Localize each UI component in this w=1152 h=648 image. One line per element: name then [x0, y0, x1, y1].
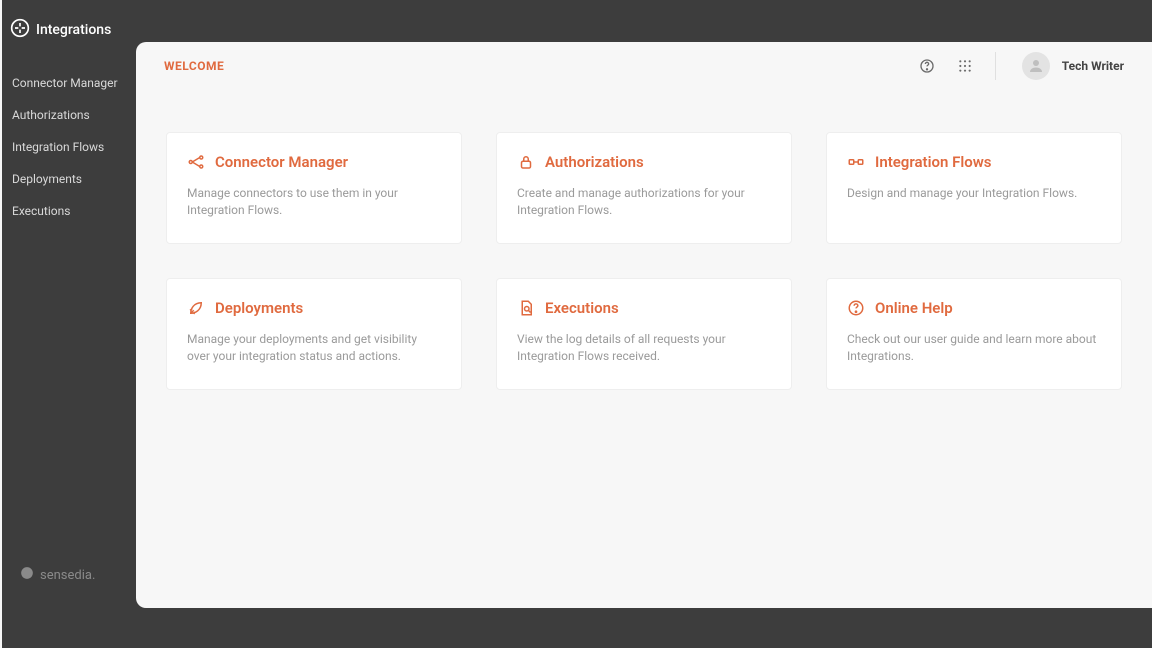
product-name: Integrations — [36, 22, 111, 38]
brand-icon — [20, 566, 34, 584]
card-executions[interactable]: Executions View the log details of all r… — [496, 278, 792, 390]
card-title: Executions — [545, 299, 619, 317]
connector-icon — [187, 153, 205, 171]
card-connector-manager[interactable]: Connector Manager Manage connectors to u… — [166, 132, 462, 244]
sidebar-item-integration-flows[interactable]: Integration Flows — [2, 132, 136, 162]
sidebar-nav: Connector Manager Authorizations Integra… — [2, 62, 136, 232]
card-integration-flows[interactable]: Integration Flows Design and manage your… — [826, 132, 1122, 244]
apps-grid-icon[interactable] — [957, 58, 973, 74]
sidebar: Integrations Connector Manager Authoriza… — [0, 0, 136, 648]
rocket-icon — [187, 299, 205, 317]
help-icon[interactable] — [919, 58, 935, 74]
card-deployments[interactable]: Deployments Manage your deployments and … — [166, 278, 462, 390]
card-desc: Manage your deployments and get visibili… — [187, 331, 441, 365]
product-logo[interactable]: Integrations — [2, 8, 136, 62]
topbar-actions: Tech Writer — [919, 52, 1124, 80]
brand-footer: sensedia. — [2, 566, 136, 648]
card-title: Connector Manager — [215, 153, 348, 171]
help-circle-icon — [847, 299, 865, 317]
integrations-icon — [10, 18, 30, 42]
card-desc: Design and manage your Integration Flows… — [847, 185, 1101, 202]
user-menu[interactable]: Tech Writer — [1018, 52, 1124, 80]
flow-icon — [847, 153, 865, 171]
card-title: Deployments — [215, 299, 303, 317]
card-authorizations[interactable]: Authorizations Create and manage authori… — [496, 132, 792, 244]
content: Connector Manager Manage connectors to u… — [136, 90, 1152, 608]
sidebar-item-connector-manager[interactable]: Connector Manager — [2, 68, 136, 98]
card-title: Integration Flows — [875, 153, 992, 171]
card-grid: Connector Manager Manage connectors to u… — [166, 132, 1122, 390]
main-panel: WELCOME Tech Writer — [136, 42, 1152, 608]
page-title: WELCOME — [164, 59, 224, 73]
topbar: WELCOME Tech Writer — [136, 42, 1152, 90]
card-online-help[interactable]: Online Help Check out our user guide and… — [826, 278, 1122, 390]
lock-icon — [517, 153, 535, 171]
card-desc: Create and manage authorizations for you… — [517, 185, 771, 219]
card-desc: Check out our user guide and learn more … — [847, 331, 1101, 365]
brand-text: sensedia. — [40, 568, 95, 583]
sidebar-item-executions[interactable]: Executions — [2, 196, 136, 226]
sidebar-item-authorizations[interactable]: Authorizations — [2, 100, 136, 130]
card-desc: View the log details of all requests you… — [517, 331, 771, 365]
sidebar-item-deployments[interactable]: Deployments — [2, 164, 136, 194]
search-doc-icon — [517, 299, 535, 317]
avatar — [1022, 52, 1050, 80]
card-title: Authorizations — [545, 153, 644, 171]
topbar-divider — [995, 52, 996, 80]
username: Tech Writer — [1062, 59, 1124, 73]
card-desc: Manage connectors to use them in your In… — [187, 185, 441, 219]
card-title: Online Help — [875, 299, 953, 317]
